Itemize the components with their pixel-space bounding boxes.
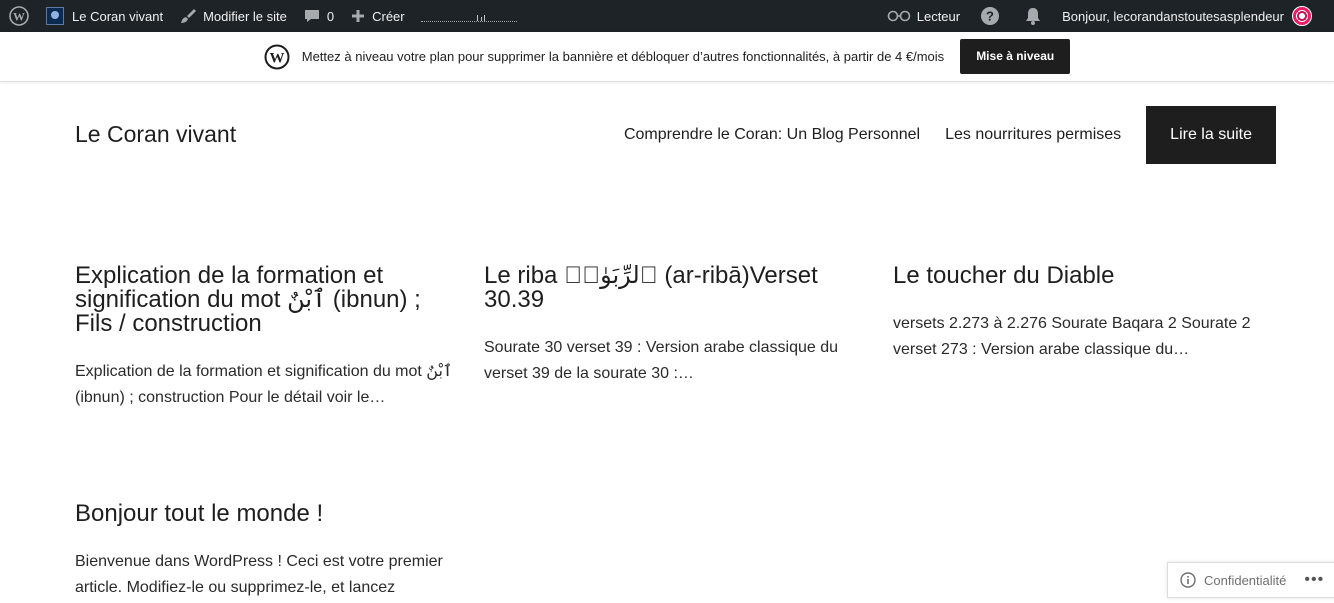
svg-text:W: W — [269, 50, 284, 66]
comments-count: 0 — [326, 8, 335, 24]
site-menu[interactable]: Le Coran vivant — [38, 0, 171, 32]
post-title[interactable]: Bonjour tout le monde ! — [75, 502, 460, 526]
create-label: Créer — [372, 8, 405, 24]
post-excerpt: Sourate 30 verset 39 : Version arabe cla… — [484, 339, 838, 382]
privacy-label: Confidentialité — [1204, 572, 1287, 588]
site-title[interactable]: Le Coran vivant — [75, 121, 236, 148]
more-options-icon[interactable]: ••• — [1304, 571, 1324, 589]
wordpress-menu[interactable]: W — [0, 0, 38, 32]
privacy-badge[interactable]: Confidentialité ••• — [1167, 562, 1334, 598]
brush-icon — [181, 9, 197, 23]
help-button[interactable]: ? — [968, 0, 1012, 32]
wordpress-icon: W — [9, 6, 29, 26]
comment-icon — [304, 10, 319, 22]
site-name-label: Le Coran vivant — [72, 8, 164, 24]
post-card: Le toucher du Diable versets 2.273 à 2.2… — [893, 264, 1278, 363]
bell-icon — [1026, 8, 1041, 25]
post-excerpt: versets 2.273 à 2.276 Sourate Baqara 2 S… — [893, 315, 1251, 358]
post-card: Le riba ٱلرِّبَوٰا۟ (ar-ribā)Verset 30.3… — [484, 264, 869, 387]
svg-text:?: ? — [986, 9, 994, 24]
admin-bar-left: W Le Coran vivant Modifier le site 0 Cré… — [0, 0, 517, 32]
post-title[interactable]: Le riba ٱلرِّبَوٰا۟ (ar-ribā)Verset 30.3… — [484, 264, 869, 312]
info-icon — [1180, 572, 1196, 588]
nav-item-comprendre[interactable]: Comprendre le Coran: Un Blog Personnel — [624, 126, 920, 144]
site-icon — [46, 7, 64, 25]
primary-nav: Comprendre le Coran: Un Blog Personnel L… — [624, 106, 1276, 164]
comments-button[interactable]: 0 — [295, 0, 342, 32]
post-title[interactable]: Le toucher du Diable — [893, 264, 1278, 288]
post-card: Explication de la formation et significa… — [75, 264, 460, 411]
upgrade-button[interactable]: Mise à niveau — [960, 39, 1071, 74]
create-button[interactable]: Créer — [342, 0, 413, 32]
post-excerpt: Bienvenue dans WordPress ! Ceci est votr… — [75, 553, 443, 596]
reader-button[interactable]: Lecteur — [879, 0, 968, 32]
nav-item-nourritures[interactable]: Les nourritures permises — [945, 126, 1121, 144]
help-icon: ? — [981, 7, 1000, 25]
account-menu[interactable]: Bonjour, lecorandanstoutesasplendeur — [1054, 0, 1334, 32]
reader-label: Lecteur — [916, 8, 961, 24]
edit-site-button[interactable]: Modifier le site — [171, 0, 295, 32]
post-card: Bonjour tout le monde ! Bienvenue dans W… — [75, 502, 460, 601]
svg-text:W: W — [13, 10, 25, 24]
greeting-label: Bonjour, lecorandanstoutesasplendeur — [1062, 8, 1284, 24]
wordpress-icon: W — [264, 44, 290, 69]
plus-icon — [352, 10, 365, 22]
avatar — [1292, 6, 1312, 26]
read-more-button[interactable]: Lire la suite — [1146, 106, 1276, 164]
admin-bar-right: Lecteur ? Bonjour, lecorandanstoutesaspl… — [879, 0, 1334, 32]
edit-site-label: Modifier le site — [203, 8, 287, 24]
upgrade-message: Mettez à niveau votre plan pour supprime… — [301, 49, 945, 64]
stats-sparkline[interactable] — [420, 10, 517, 22]
admin-bar: W Le Coran vivant Modifier le site 0 Cré… — [0, 0, 1334, 32]
glasses-icon — [887, 10, 911, 22]
post-title[interactable]: Explication de la formation et significa… — [75, 264, 460, 336]
post-excerpt: Explication de la formation et significa… — [75, 363, 453, 406]
upgrade-banner: W Mettez à niveau votre plan pour suppri… — [0, 32, 1334, 82]
notifications-button[interactable] — [1012, 0, 1054, 32]
